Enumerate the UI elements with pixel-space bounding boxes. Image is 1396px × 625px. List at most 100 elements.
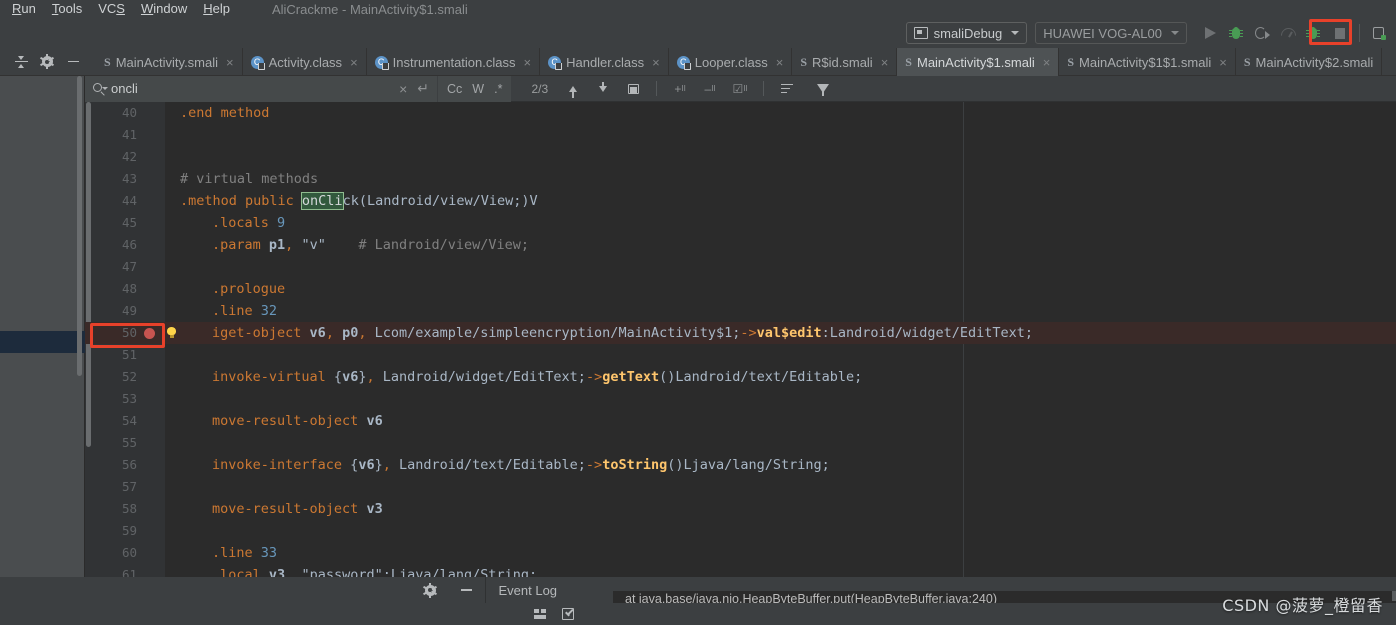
left-panel-scrollbar[interactable] (77, 76, 82, 376)
line-number[interactable]: 58 (85, 498, 137, 520)
close-tab-icon[interactable]: × (881, 55, 889, 70)
code-line[interactable]: 56 invoke-interface {v6}, Landroid/text/E… (85, 454, 1396, 476)
close-tab-icon[interactable]: × (1043, 55, 1051, 70)
window-layout-icon[interactable] (534, 609, 546, 619)
code-editor[interactable]: 40 .end method 41 42 43 # virtual methods 44 .m… (85, 102, 1396, 577)
breakpoint-icon[interactable] (144, 328, 155, 339)
whole-words-toggle[interactable]: W (467, 82, 489, 96)
code-line[interactable]: 61 .local v3, "password":Ljava/lang/Strin… (85, 564, 1396, 577)
code-line[interactable]: 57 (85, 476, 1396, 498)
line-number[interactable]: 56 (85, 454, 137, 476)
hide-bottom-panel-button[interactable] (455, 579, 477, 601)
editor-tab[interactable]: S MainActivity$2.smali (1236, 48, 1383, 76)
attach-debugger-button[interactable] (1249, 21, 1275, 45)
menu-item-help[interactable]: Help (195, 1, 238, 18)
debug-button[interactable] (1223, 21, 1249, 45)
code-line[interactable]: 41 (85, 124, 1396, 146)
settings-gear-icon-bottom[interactable] (419, 579, 441, 601)
editor-tab[interactable]: C Activity.class × (243, 48, 367, 76)
editor-tab[interactable]: C Handler.class × (540, 48, 669, 76)
code-line[interactable]: 55 (85, 432, 1396, 454)
code-line[interactable]: 44 .method public onClick(Landroid/view/V… (85, 190, 1396, 212)
device-selector[interactable]: HUAWEI VOG-AL00 (1035, 22, 1187, 44)
editor-tab[interactable]: S MainActivity$1.smali × (897, 48, 1060, 76)
editor-tab[interactable]: C Instrumentation.class × (367, 48, 541, 76)
line-number[interactable]: 45 (85, 212, 137, 234)
code-line[interactable]: 58 move-result-object v3 (85, 498, 1396, 520)
left-panel-selected-row[interactable] (0, 331, 85, 353)
event-log-tab[interactable]: Event Log (498, 583, 557, 598)
code-line[interactable]: 50 iget-object v6, p0, Lcom/example/simpl… (85, 322, 1396, 344)
line-number[interactable]: 51 (85, 344, 137, 366)
regex-toggle[interactable]: .* (489, 82, 507, 96)
search-input[interactable]: oncli × ↵ (85, 75, 437, 102)
line-number[interactable]: 53 (85, 388, 137, 410)
attach-debugger-highlighted-button[interactable] (1301, 21, 1327, 45)
line-number[interactable]: 61 (85, 564, 137, 577)
line-number[interactable]: 41 (85, 124, 137, 146)
line-number[interactable]: 57 (85, 476, 137, 498)
match-case-toggle[interactable]: Cc (442, 82, 467, 96)
settings-button[interactable] (34, 49, 60, 75)
code-line[interactable]: 54 move-result-object v6 (85, 410, 1396, 432)
code-line[interactable]: 53 (85, 388, 1396, 410)
clear-search-icon[interactable]: × (399, 78, 407, 100)
log-scrollbar[interactable] (1392, 591, 1396, 601)
new-line-icon[interactable] (776, 78, 798, 100)
collapse-all-button[interactable] (8, 49, 34, 75)
code-line[interactable]: 48 .prologue (85, 278, 1396, 300)
line-number[interactable]: 50 (85, 322, 137, 344)
menu-item-run[interactable]: Run (4, 1, 44, 18)
line-number[interactable]: 60 (85, 542, 137, 564)
line-number[interactable]: 59 (85, 520, 137, 542)
line-number[interactable]: 52 (85, 366, 137, 388)
code-line[interactable]: 49 .line 32 (85, 300, 1396, 322)
code-line[interactable]: 51 (85, 344, 1396, 366)
multiline-search-icon[interactable]: ↵ (417, 78, 429, 100)
code-line[interactable]: 46 .param p1, "v" # Landroid/view/View; (85, 234, 1396, 256)
code-line[interactable]: 42 (85, 146, 1396, 168)
select-occurrences-icon[interactable]: ☑ II (729, 78, 751, 100)
line-number[interactable]: 54 (85, 410, 137, 432)
line-number[interactable]: 40 (85, 102, 137, 124)
menu-item-window[interactable]: Window (133, 1, 195, 18)
find-next-icon[interactable] (592, 78, 614, 100)
code-line[interactable]: 40 .end method (85, 102, 1396, 124)
close-tab-icon[interactable]: × (776, 55, 784, 70)
close-tab-icon[interactable]: × (1219, 55, 1227, 70)
close-tab-icon[interactable]: × (524, 55, 532, 70)
line-number[interactable]: 44 (85, 190, 137, 212)
editor-tab[interactable]: S MainActivity$1$1.smali × (1059, 48, 1236, 76)
editor-tab[interactable]: C Looper.class × (669, 48, 793, 76)
editor-tab[interactable]: S MainActivity.smali × (96, 48, 243, 76)
todo-checkbox-icon[interactable] (562, 608, 574, 620)
code-line[interactable]: 43 # virtual methods (85, 168, 1396, 190)
line-number[interactable]: 49 (85, 300, 137, 322)
menu-item-tools[interactable]: Tools (44, 1, 90, 18)
code-line[interactable]: 60 .line 33 (85, 542, 1396, 564)
line-number[interactable]: 42 (85, 146, 137, 168)
close-tab-icon[interactable]: × (226, 55, 234, 70)
line-number[interactable]: 55 (85, 432, 137, 454)
close-tab-icon[interactable]: × (652, 55, 660, 70)
select-all-occurrences-icon[interactable] (622, 78, 644, 100)
line-number[interactable]: 43 (85, 168, 137, 190)
add-selection-icon[interactable]: + II (669, 78, 691, 100)
line-number[interactable]: 48 (85, 278, 137, 300)
close-tab-icon[interactable]: × (350, 55, 358, 70)
code-line[interactable]: 47 (85, 256, 1396, 278)
code-line[interactable]: 52 invoke-virtual {v6}, Landroid/widget/E… (85, 366, 1396, 388)
code-line[interactable]: 45 .locals 9 (85, 212, 1396, 234)
device-manager-button[interactable] (1366, 21, 1392, 45)
run-configuration-selector[interactable]: smaliDebug (905, 22, 1028, 44)
line-number[interactable]: 47 (85, 256, 137, 278)
menu-item-vcs[interactable]: VCS (90, 1, 133, 18)
remove-selection-icon[interactable]: – II (699, 78, 721, 100)
code-line[interactable]: 59 (85, 520, 1396, 542)
find-previous-icon[interactable] (562, 78, 584, 100)
line-number[interactable]: 46 (85, 234, 137, 256)
run-button[interactable] (1197, 21, 1223, 45)
intention-bulb-icon[interactable] (167, 327, 176, 338)
filter-icon[interactable] (812, 78, 834, 100)
editor-tab[interactable]: S R$id.smali × (792, 48, 898, 76)
